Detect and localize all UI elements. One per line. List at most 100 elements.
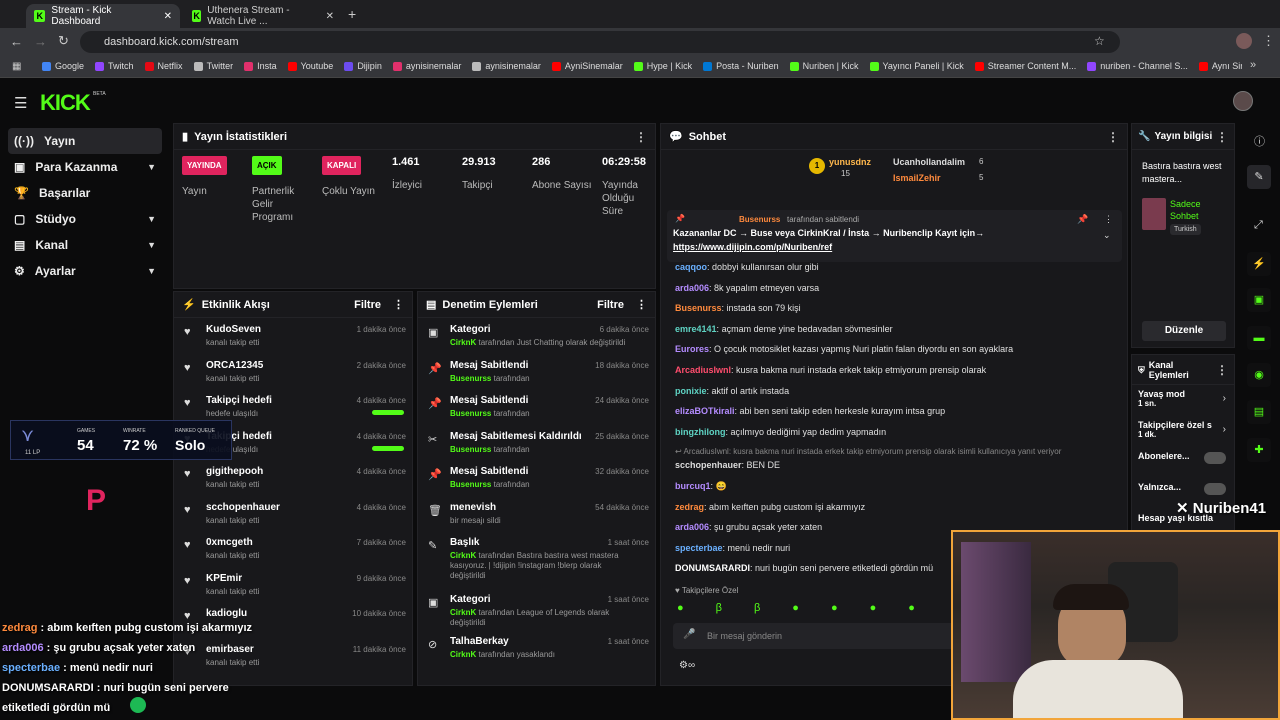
toggle-switch[interactable] bbox=[1204, 452, 1226, 464]
chat-message[interactable]: arda006: şu grubu açsak yeter xaten bbox=[675, 522, 822, 532]
tab-uthenera-stream[interactable]: K Uthenera Stream - Watch Live ... ✕ bbox=[184, 4, 342, 28]
bookmark-item[interactable]: Aynı Sinemalar - Ça... bbox=[1198, 61, 1242, 71]
broadcast-icon[interactable]: ◉ bbox=[1247, 363, 1271, 387]
bookmark-item[interactable]: AyniSinemalar bbox=[551, 61, 623, 71]
chat-message[interactable]: burcuq1: 😄 bbox=[675, 481, 727, 492]
chat-message[interactable]: ArcadiusIwnl: kusra bakma nuri instada e… bbox=[675, 365, 986, 375]
bookmark-item[interactable]: Yayıncı Paneli | Kick bbox=[869, 61, 964, 71]
more-options-icon[interactable]: ⋮ bbox=[635, 130, 647, 144]
mod-action-item[interactable]: ✎ Başlık CirknK tarafından Bastıra bastıra… bbox=[418, 533, 655, 589]
mod-action-item[interactable]: 📌 Mesaj Sabitlendi Busenurss tarafından 18 … bbox=[418, 356, 655, 392]
event-item[interactable]: ♥ ORCA12345 kanalı takip etti 2 dakika önce bbox=[174, 356, 412, 390]
filter-button[interactable]: Filtre bbox=[597, 299, 624, 311]
bookmark-item[interactable]: Youtube bbox=[287, 61, 333, 71]
hamburger-menu-icon[interactable]: ☰ bbox=[14, 94, 27, 112]
chat-username[interactable]: specterbae bbox=[675, 543, 723, 553]
info-icon[interactable]: ⓘ bbox=[1254, 133, 1265, 149]
pinned-by-user[interactable]: Busenurss bbox=[739, 215, 780, 224]
chat-message[interactable]: Busenurss: instada son 79 kişi bbox=[675, 303, 801, 313]
toggle-switch[interactable] bbox=[1204, 483, 1226, 495]
clipboard-icon[interactable]: ▣ bbox=[1247, 288, 1271, 312]
back-icon[interactable]: ← bbox=[10, 34, 23, 49]
sidebar-item-kanal[interactable]: ▤ Kanal ▼ bbox=[0, 232, 170, 258]
chat-message[interactable]: DONUMSARARDI: nuri bugün seni pervere et… bbox=[675, 563, 933, 573]
chat-username[interactable]: ArcadiusIwnl bbox=[675, 365, 731, 375]
more-bookmarks-icon[interactable]: » bbox=[1250, 59, 1256, 71]
chat-username[interactable]: zedrag bbox=[675, 502, 704, 512]
expand-icon[interactable]: ⤢ bbox=[1254, 219, 1263, 232]
more-options-icon[interactable]: ⋮ bbox=[636, 298, 647, 311]
sidebar-item-ayarlar[interactable]: ⚙ Ayarlar ▼ bbox=[0, 258, 170, 284]
edit-button[interactable]: Düzenle bbox=[1142, 321, 1226, 341]
bookmark-item[interactable]: aynisinemalar bbox=[472, 61, 541, 71]
mod-action-item[interactable]: 📌 Mesaj Sabitlendi Busenurss tarafından 24 … bbox=[418, 391, 655, 427]
more-options-icon[interactable]: ⋮ bbox=[1216, 130, 1228, 144]
chat-username[interactable]: Busenurss bbox=[675, 303, 722, 313]
bookmark-item[interactable]: Google bbox=[42, 61, 84, 71]
chat-message[interactable]: ponixie: aktif ol artık instada bbox=[675, 386, 789, 396]
edit-icon[interactable]: ✎ bbox=[1247, 165, 1271, 189]
more-options-icon[interactable]: ⋮ bbox=[1216, 364, 1228, 376]
chat-message[interactable]: specterbae: menü nedir nuri bbox=[675, 543, 790, 553]
settings-icon[interactable]: ⚙∞ bbox=[679, 660, 695, 671]
bookmark-item[interactable]: nuriben - Channel S... bbox=[1087, 61, 1188, 71]
more-options-icon[interactable]: ⋮ bbox=[393, 298, 404, 311]
bookmark-star-icon[interactable]: ☆ bbox=[1094, 34, 1105, 48]
sidebar-item-basarilar[interactable]: 🏆 Başarılar bbox=[0, 180, 170, 206]
chat-username[interactable]: ponixie bbox=[675, 386, 707, 396]
chat-message[interactable]: scchopenhauer: BEN DE bbox=[675, 460, 780, 470]
sidebar-item-yayin[interactable]: ((·)) Yayın bbox=[8, 128, 162, 154]
mod-action-item[interactable]: 🗑 menevish bir mesajı sildi 54 dakika önce bbox=[418, 498, 655, 534]
reload-icon[interactable]: ↻ bbox=[58, 33, 69, 49]
bookmark-item[interactable]: Hype | Kick bbox=[633, 61, 692, 71]
bookmark-item[interactable]: aynisinemalar bbox=[392, 61, 461, 71]
chat-username[interactable]: DONUMSARARDI bbox=[675, 563, 750, 573]
new-tab-icon[interactable]: + bbox=[348, 6, 356, 22]
forward-icon[interactable]: → bbox=[34, 34, 47, 49]
bookmark-item[interactable]: Twitter bbox=[193, 61, 233, 71]
event-item[interactable]: ♥ 0xmcgeth kanalı takip etti 7 dakika önce bbox=[174, 533, 412, 567]
top-gifter-name[interactable]: yunusdnz bbox=[829, 157, 871, 167]
chat-message[interactable]: bingzhilong: açılmıyo dediğimi yap dedim… bbox=[675, 427, 886, 437]
pinned-message[interactable]: 📌 Busenurss tarafından sabitlendi 📌 ⋮ Ka… bbox=[667, 210, 1122, 262]
chat-username[interactable]: arda006 bbox=[675, 283, 709, 293]
filter-button[interactable]: Filtre bbox=[354, 299, 381, 311]
chat-username[interactable]: scchopenhauer bbox=[675, 460, 742, 470]
top-gifter-name[interactable]: IsmailZehir bbox=[893, 173, 941, 183]
chat-message[interactable]: emre4141: açmam deme yine bedavadan sövm… bbox=[675, 324, 893, 334]
chat-username[interactable]: bingzhilong bbox=[675, 427, 725, 437]
layout-icon[interactable]: ▤ bbox=[1247, 400, 1271, 424]
more-options-icon[interactable]: ⋮ bbox=[1104, 214, 1113, 225]
tab-kick-dashboard[interactable]: K Stream - Kick Dashboard ✕ bbox=[26, 4, 180, 28]
event-item[interactable]: ♥ KudoSeven kanalı takip etti 1 dakika önce bbox=[174, 320, 412, 354]
lightning-icon[interactable]: ⚡ bbox=[1247, 252, 1271, 276]
tab-close-icon[interactable]: ✕ bbox=[326, 11, 334, 22]
wrench-icon[interactable]: ✚ bbox=[1247, 438, 1271, 462]
bookmark-item[interactable]: Posta - Nuriben bbox=[703, 61, 779, 71]
url-field[interactable]: dashboard.kick.com/stream bbox=[80, 31, 1120, 53]
bookmark-item[interactable]: Nuriben | Kick bbox=[789, 61, 859, 71]
chat-message[interactable]: zedrag: abım keıften pubg custom işi aka… bbox=[675, 502, 865, 512]
profile-avatar[interactable] bbox=[1236, 33, 1252, 49]
chat-bubble-icon[interactable]: ▬ bbox=[1247, 326, 1271, 350]
bookmark-item[interactable]: Dijipin bbox=[344, 61, 382, 71]
bookmark-item[interactable]: Netflix bbox=[144, 61, 183, 71]
chevron-down-icon[interactable]: ⌄ bbox=[1103, 230, 1111, 241]
bookmark-item[interactable]: Twitch bbox=[95, 61, 134, 71]
chat-username[interactable]: caqqoo bbox=[675, 262, 707, 272]
event-item[interactable]: ♥ gigithepooh kanalı takip etti 4 dakika ön… bbox=[174, 462, 412, 496]
sidebar-item-studyo[interactable]: ▢ Stüdyo ▼ bbox=[0, 206, 170, 232]
unpin-icon[interactable]: 📌 bbox=[1077, 214, 1088, 225]
chat-message[interactable]: elizaBOTkirali: abi ben seni takip eden … bbox=[675, 406, 945, 416]
emote-bar[interactable]: ●ββ●●●● bbox=[677, 602, 937, 618]
mod-action-item[interactable]: 📌 Mesaj Sabitlendi Busenurss tarafından 32 … bbox=[418, 462, 655, 498]
channel-action-item[interactable]: Abonelere... bbox=[1138, 451, 1230, 479]
bookmark-item[interactable]: Streamer Content M... bbox=[974, 61, 1076, 71]
sidebar-item-para-kazanma[interactable]: ▣ Para Kazanma ▼ bbox=[0, 154, 170, 180]
mod-action-item[interactable]: ▣ Kategori CirknK tarafından League of Leg… bbox=[418, 590, 655, 627]
event-item[interactable]: ♥ KPEmir kanalı takip etti 9 dakika önce bbox=[174, 569, 412, 603]
chat-message[interactable]: caqqoo: dobbyi kullanırsan olur gibi bbox=[675, 262, 819, 272]
channel-action-item[interactable]: Takipçilere özel s1 dk. › bbox=[1138, 420, 1230, 448]
chat-username[interactable]: elizaBOTkirali bbox=[675, 406, 735, 416]
mod-action-item[interactable]: ✂ Mesaj Sabitlemesi Kaldırıldı Busenurss t… bbox=[418, 427, 655, 463]
